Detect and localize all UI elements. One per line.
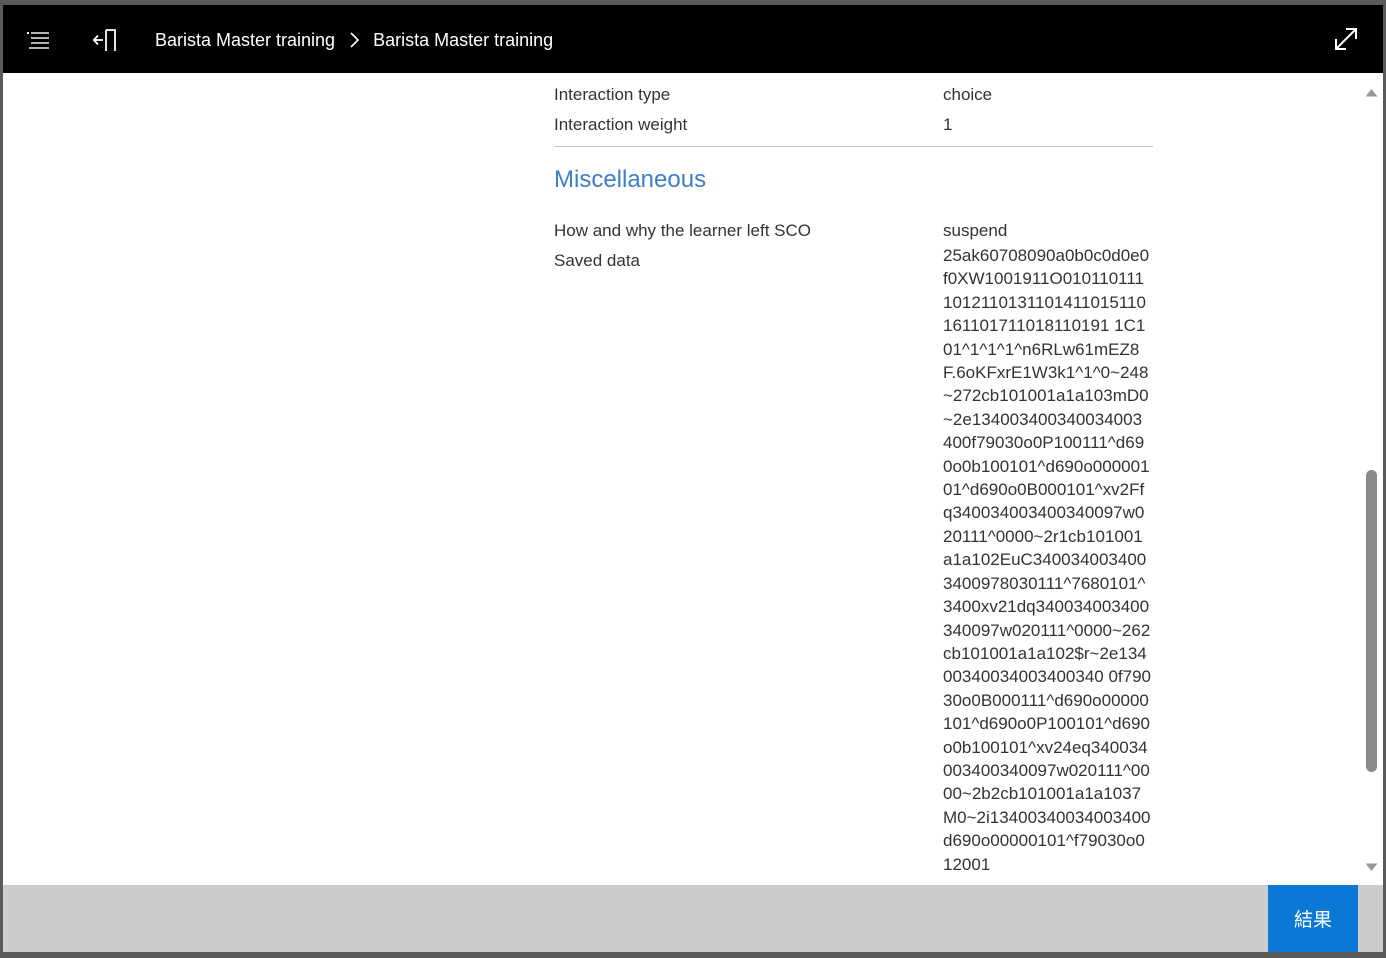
top-bar: Barista Master training Barista Master t… bbox=[3, 5, 1383, 73]
breadcrumb: Barista Master training Barista Master t… bbox=[155, 27, 553, 53]
chevron-right-icon bbox=[350, 32, 360, 48]
scroll-down-arrow-icon[interactable] bbox=[1365, 863, 1378, 872]
expand-icon[interactable] bbox=[1333, 26, 1359, 52]
exit-reason-value: suspend bbox=[943, 221, 1008, 240]
interaction-type-row: Interaction type choice bbox=[554, 82, 1154, 108]
interaction-type-value: choice bbox=[943, 85, 993, 104]
result-button[interactable]: 結果 bbox=[1268, 885, 1358, 952]
section-divider bbox=[554, 146, 1153, 147]
footer-bar: 結果 bbox=[3, 885, 1383, 952]
scrollbar-thumb[interactable] bbox=[1366, 470, 1377, 772]
app-window: Barista Master training Barista Master t… bbox=[3, 5, 1383, 952]
interaction-type-label: Interaction type bbox=[554, 85, 671, 104]
details-panel: Interaction type choice Interaction weig… bbox=[3, 73, 1363, 885]
exit-icon[interactable] bbox=[92, 27, 118, 53]
list-menu-icon[interactable] bbox=[25, 27, 51, 53]
miscellaneous-heading: Miscellaneous bbox=[554, 166, 707, 193]
saved-data-value: 25ak60708090a0b0c0d0e0f0XW1001911O010110… bbox=[943, 246, 1151, 874]
exit-reason-row: How and why the learner left SCO suspend bbox=[554, 218, 1154, 244]
vertical-scrollbar[interactable] bbox=[1360, 73, 1383, 885]
interaction-weight-value: 1 bbox=[943, 115, 953, 134]
scroll-up-arrow-icon[interactable] bbox=[1365, 88, 1378, 97]
breadcrumb-current: Barista Master training bbox=[373, 29, 554, 50]
saved-data-label: Saved data bbox=[554, 251, 641, 270]
interaction-weight-label: Interaction weight bbox=[554, 115, 688, 134]
interaction-weight-row: Interaction weight 1 bbox=[554, 112, 1154, 138]
exit-reason-label: How and why the learner left SCO bbox=[554, 221, 812, 240]
breadcrumb-course[interactable]: Barista Master training bbox=[155, 30, 335, 51]
